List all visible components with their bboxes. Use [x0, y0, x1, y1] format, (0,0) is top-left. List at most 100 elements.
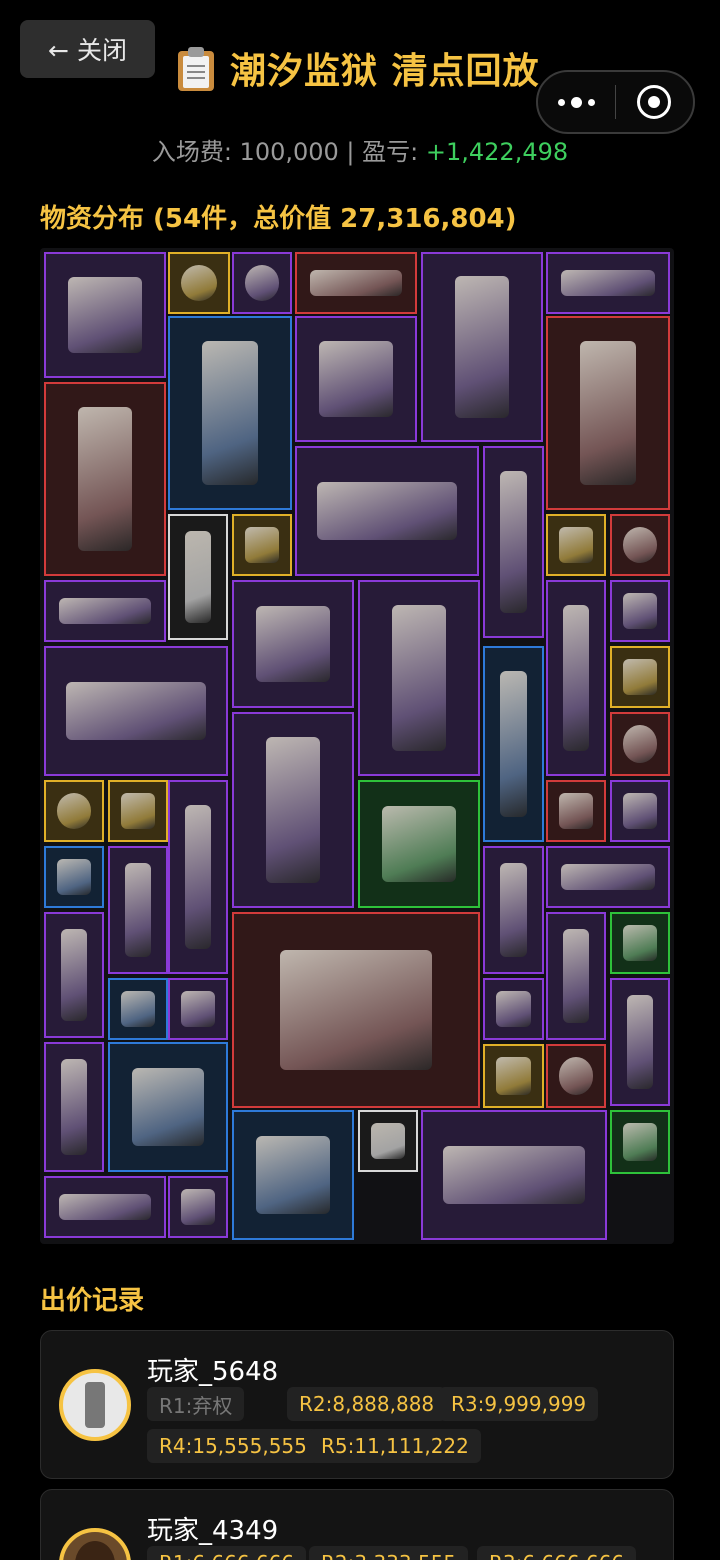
item-cell-tea-cup[interactable] [232, 252, 292, 314]
tea-cup-icon [244, 265, 280, 301]
coffee-machine-icon [68, 277, 142, 353]
player-name: 玩家_5648 [147, 1357, 279, 1387]
item-cell-graphics-card[interactable] [546, 846, 670, 908]
gold-coin-icon [56, 793, 92, 829]
circuit-board-icon [622, 593, 658, 629]
server-rack-icon [280, 950, 432, 1070]
item-cell-lighter[interactable] [610, 646, 670, 708]
item-cell-glass-lantern[interactable] [483, 446, 544, 638]
item-cell-power-drill[interactable] [232, 1110, 354, 1240]
item-cell-hook-clip[interactable] [232, 514, 292, 576]
item-cell-car-battery[interactable] [421, 1110, 607, 1240]
bid-chip: R2:3,333,555 [309, 1546, 469, 1560]
item-cell-hookah[interactable] [483, 846, 544, 974]
item-cell-phone-stand[interactable] [483, 978, 544, 1040]
item-cell-glass-lantern[interactable] [168, 780, 228, 974]
item-cell-usb-stick[interactable] [546, 780, 606, 842]
sd-card-icon [120, 991, 156, 1027]
bid-chip: R5:11,111,222 [309, 1429, 481, 1463]
item-cell-black-tide-book[interactable] [44, 912, 104, 1038]
tablet-device-icon [309, 269, 403, 297]
item-cell-camera-lens[interactable] [44, 1176, 166, 1238]
item-cell-cement-bag[interactable] [168, 316, 292, 510]
item-cell-diamond[interactable] [546, 1044, 606, 1108]
item-cell-black-tide-book[interactable] [108, 846, 168, 974]
item-cell-surgical-robot[interactable] [44, 382, 166, 576]
target-icon[interactable] [616, 85, 693, 119]
item-cell-glass-lantern[interactable] [546, 580, 606, 776]
item-cell-compact-disc[interactable] [610, 712, 670, 776]
bid-chip: R1:6,666,666 [147, 1546, 307, 1560]
bid-chip: R2:8,888,888 [287, 1387, 447, 1421]
clipboard-icon [176, 45, 216, 91]
item-cell-camera-lens[interactable] [546, 252, 670, 314]
item-cell-cola-bottle[interactable] [546, 514, 606, 576]
item-cell-toothpaste[interactable] [168, 514, 228, 640]
item-cell-snack-bar[interactable] [610, 1110, 670, 1174]
item-cell-ram-stick[interactable] [610, 780, 670, 842]
avatar [59, 1528, 131, 1560]
item-cell-bust-statue[interactable] [546, 316, 670, 510]
item-cell-tin-can[interactable] [44, 846, 104, 908]
diamond-icon [558, 1057, 594, 1095]
saline-bottle-icon [622, 925, 658, 961]
bids-section-title: 出价记录 [40, 1286, 145, 1316]
bid-card: 玩家_5648 R1:弃权 R2:8,888,888 R3:9,999,999 … [40, 1330, 674, 1479]
gingerbread-man-icon [563, 928, 589, 1024]
microscope-icon [500, 671, 527, 817]
page-title: 潮汐监狱 清点回放 [230, 51, 540, 92]
item-cell-ornate-knife[interactable] [44, 646, 228, 776]
item-cell-saline-bottle[interactable] [610, 912, 670, 974]
item-cell-thermal-camera[interactable] [358, 580, 480, 776]
item-cell-circuit-board[interactable] [610, 580, 670, 642]
item-cell-ssd-drive[interactable] [108, 780, 168, 842]
arabian-lantern-icon [61, 1059, 87, 1155]
phone-stand-icon [495, 991, 532, 1027]
item-cell-circular-saw[interactable] [295, 316, 417, 442]
item-cell-moon-lamp[interactable] [421, 252, 543, 442]
bid-card: 玩家_4349 R1:6,666,666 R2:3,333,555 R3:6,6… [40, 1489, 674, 1560]
close-button[interactable]: ← 关闭 [20, 20, 155, 78]
item-cell-compact-disc[interactable] [610, 514, 670, 576]
glass-lantern-icon [563, 605, 589, 751]
item-cell-power-supply[interactable] [358, 780, 480, 908]
hook-clip-icon [495, 1057, 532, 1095]
entry-fee-text: 入场费: 100,000 | 盈亏: [151, 138, 426, 166]
items-section-title: 物资分布 (54件，总价值 27,316,804) [40, 204, 517, 234]
item-cell-paper-note[interactable] [358, 1110, 418, 1172]
item-cell-paint-bucket[interactable] [108, 1042, 228, 1172]
item-cell-gold-watch[interactable] [168, 252, 230, 314]
graphics-card-icon [58, 597, 152, 625]
page-title-row: 潮汐监狱 清点回放 [176, 42, 540, 94]
item-cell-hook-clip[interactable] [483, 1044, 544, 1108]
item-cell-cassette-tape[interactable] [168, 978, 228, 1040]
item-cell-sd-card[interactable] [108, 978, 168, 1040]
motherboard-icon [256, 605, 330, 683]
item-cell-gold-spike[interactable] [610, 978, 670, 1106]
item-cell-ornate-knife[interactable] [295, 446, 479, 576]
item-cell-arabian-lantern[interactable] [44, 1042, 104, 1172]
cement-bag-icon [202, 340, 258, 486]
item-cell-gold-coin[interactable] [44, 780, 104, 842]
entry-fee-summary: 入场费: 100,000 | 盈亏: +1,422,498 [0, 132, 720, 167]
more-dots-icon[interactable] [538, 96, 615, 108]
item-cell-moon-lamp[interactable] [232, 712, 354, 908]
glass-lantern-icon [500, 470, 527, 614]
car-battery-icon [443, 1146, 585, 1204]
graphics-card-icon [561, 863, 655, 891]
usb-stick-icon [558, 793, 594, 829]
snack-bar-icon [622, 1123, 658, 1161]
item-cell-coffee-machine[interactable] [44, 252, 166, 378]
item-cell-motherboard[interactable] [232, 580, 354, 708]
item-cell-graphics-card[interactable] [44, 580, 166, 642]
item-cell-tablet-device[interactable] [295, 252, 417, 314]
bid-chip: R1:弃权 [147, 1387, 245, 1421]
item-cell-gingerbread-man[interactable] [546, 912, 606, 1040]
item-cell-server-rack[interactable] [232, 912, 480, 1108]
moon-lamp-icon [265, 737, 321, 883]
bid-chip: R4:15,555,555 [147, 1429, 319, 1463]
item-cell-microscope[interactable] [483, 646, 544, 842]
gold-spike-icon [627, 994, 653, 1090]
item-cell-pill-tube[interactable] [168, 1176, 228, 1238]
power-drill-icon [256, 1135, 330, 1215]
